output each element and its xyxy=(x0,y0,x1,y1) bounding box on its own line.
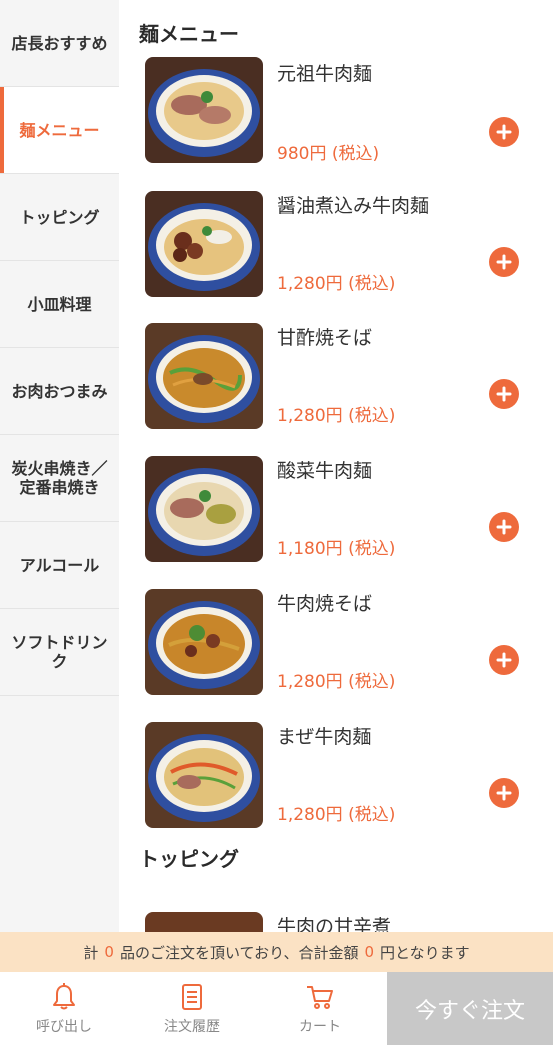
sidebar-item-soft-drinks[interactable]: ソフトドリンク xyxy=(0,609,119,696)
item-price: 980円 (税込) xyxy=(277,144,380,164)
cart-button[interactable]: カート xyxy=(256,972,384,1045)
cart-icon xyxy=(307,985,333,1009)
add-to-cart-button[interactable] xyxy=(489,379,519,409)
plus-icon xyxy=(496,519,512,535)
order-summary-bar: 計 0 品のご注文を頂いており、合計金額 0 円となります xyxy=(0,932,553,972)
item-name: 酸菜牛肉麺 xyxy=(277,460,373,482)
menu-item[interactable]: 元祖牛肉麺 980円 (税込) xyxy=(119,57,553,171)
sidebar-item-label: 小皿料理 xyxy=(27,294,92,314)
summary-suffix: 円となります xyxy=(380,943,470,962)
item-name: 牛肉の甘辛煮 xyxy=(277,916,392,932)
item-price: 1,280円 (税込) xyxy=(277,406,396,426)
add-to-cart-button[interactable] xyxy=(489,645,519,675)
order-history-button[interactable]: 注文履歴 xyxy=(128,972,256,1045)
summary-middle: 品のご注文を頂いており、合計金額 xyxy=(119,943,359,962)
item-name: 牛肉焼そば xyxy=(277,593,373,615)
plus-icon xyxy=(496,386,512,402)
menu-item[interactable]: 牛肉焼そば 1,280円 (税込) xyxy=(119,589,553,699)
item-price: 1,280円 (税込) xyxy=(277,274,396,294)
plus-icon xyxy=(496,254,512,270)
dish-photo xyxy=(145,323,263,429)
item-name: まぜ牛肉麺 xyxy=(277,726,372,748)
sidebar-item-meat-snacks[interactable]: お肉おつまみ xyxy=(0,348,119,435)
item-price: 1,180円 (税込) xyxy=(277,539,396,559)
dish-photo xyxy=(145,589,263,695)
dish-photo xyxy=(145,456,263,562)
dish-photo xyxy=(145,57,263,163)
sidebar-item-label: トッピング xyxy=(19,207,100,227)
dish-photo xyxy=(145,912,263,932)
plus-icon xyxy=(496,652,512,668)
sidebar-item-toppings[interactable]: トッピング xyxy=(0,174,119,261)
bell-icon xyxy=(53,982,75,1009)
item-name: 甘酢焼そば xyxy=(277,327,373,349)
sidebar-item-label: ソフトドリンク xyxy=(11,633,108,671)
add-to-cart-button[interactable] xyxy=(489,117,519,147)
dish-photo xyxy=(145,722,263,828)
menu-list[interactable]: 麺メニュー 元祖牛肉麺 980円 (税込) 醤油煮込み牛肉麺 1,280円 (税… xyxy=(119,0,553,932)
summary-total: 0 xyxy=(364,943,375,961)
sidebar-item-recommended[interactable]: 店長おすすめ xyxy=(0,0,119,87)
order-now-button[interactable]: 今すぐ注文 xyxy=(387,972,553,1045)
section-title-toppings: トッピング xyxy=(139,847,239,871)
category-sidebar: 店長おすすめ 麺メニュー トッピング 小皿料理 お肉おつまみ 炭火串焼き／定番串… xyxy=(0,0,119,932)
menu-item[interactable]: 甘酢焼そば 1,280円 (税込) xyxy=(119,323,553,433)
summary-prefix: 計 xyxy=(83,943,99,962)
sidebar-item-noodles[interactable]: 麺メニュー xyxy=(0,87,119,174)
nav-label: カート xyxy=(299,1018,341,1035)
item-name: 元祖牛肉麺 xyxy=(277,63,373,85)
add-to-cart-button[interactable] xyxy=(489,512,519,542)
sidebar-item-skewers[interactable]: 炭火串焼き／定番串焼き xyxy=(0,435,119,522)
menu-item[interactable]: 醤油煮込み牛肉麺 1,280円 (税込) xyxy=(119,191,553,301)
sidebar-item-label: 麺メニュー xyxy=(19,120,100,140)
plus-icon xyxy=(496,124,512,140)
sidebar-item-label: お肉おつまみ xyxy=(11,381,108,401)
sidebar-item-small-dishes[interactable]: 小皿料理 xyxy=(0,261,119,348)
dish-photo xyxy=(145,191,263,297)
bottom-nav: 呼び出し 注文履歴 カート 今すぐ注文 xyxy=(0,972,553,1045)
plus-icon xyxy=(496,785,512,801)
menu-item[interactable]: まぜ牛肉麺 1,280円 (税込) xyxy=(119,722,553,832)
sidebar-item-alcohol[interactable]: アルコール xyxy=(0,522,119,609)
menu-item[interactable]: 酸菜牛肉麺 1,180円 (税込) xyxy=(119,456,553,566)
add-to-cart-button[interactable] xyxy=(489,778,519,808)
item-name: 醤油煮込み牛肉麺 xyxy=(277,195,430,217)
item-price: 1,280円 (税込) xyxy=(277,672,396,692)
add-to-cart-button[interactable] xyxy=(489,247,519,277)
sidebar-item-label: アルコール xyxy=(19,555,100,575)
item-price: 1,280円 (税込) xyxy=(277,805,396,825)
list-icon xyxy=(182,983,202,1010)
nav-label: 注文履歴 xyxy=(164,1018,220,1035)
section-title-noodles: 麺メニュー xyxy=(139,22,239,46)
sidebar-item-label: 店長おすすめ xyxy=(11,33,108,53)
sidebar-item-label: 炭火串焼き／定番串焼き xyxy=(11,459,108,497)
active-indicator xyxy=(0,87,4,173)
call-staff-button[interactable]: 呼び出し xyxy=(0,972,128,1045)
menu-item[interactable]: 牛肉の甘辛煮 xyxy=(119,912,553,932)
summary-item-count: 0 xyxy=(104,943,114,961)
nav-label: 呼び出し xyxy=(36,1018,92,1035)
